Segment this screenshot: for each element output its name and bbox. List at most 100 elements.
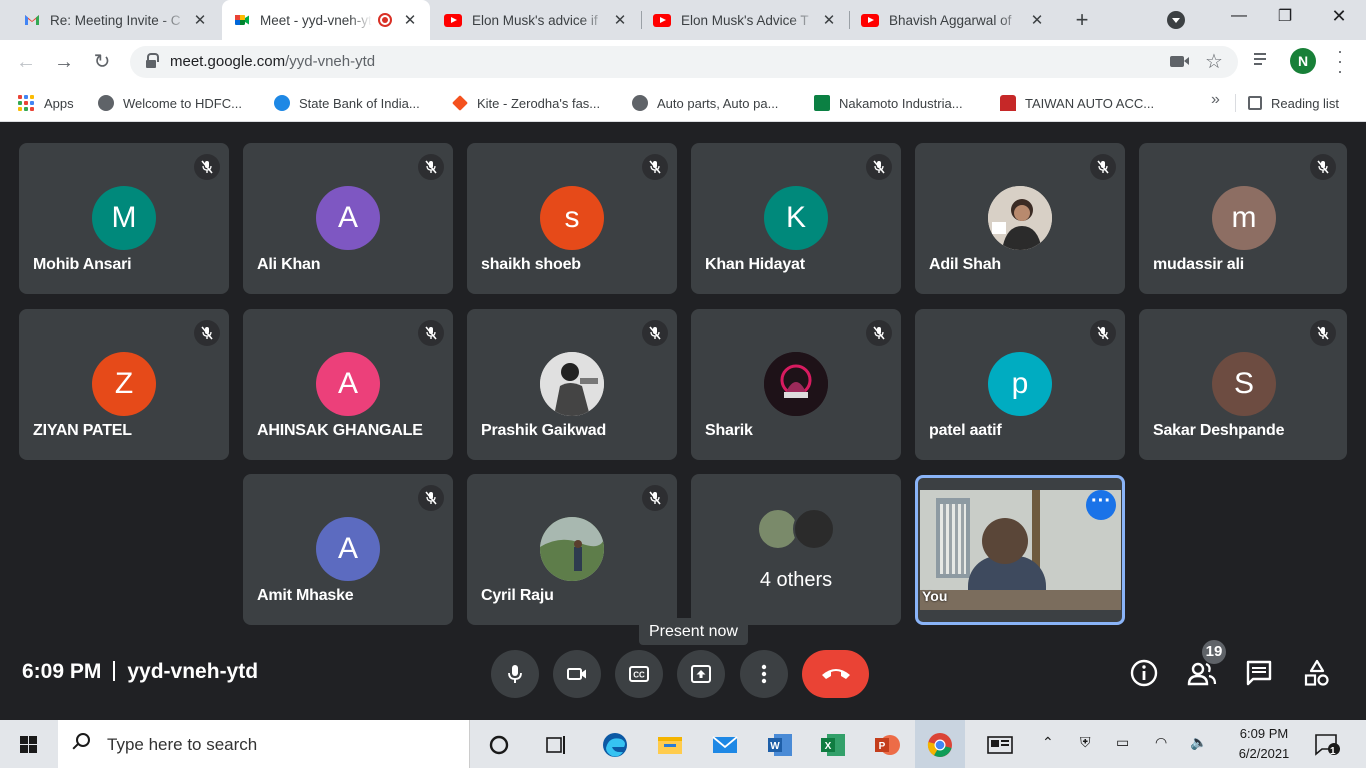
tab-youtube-1[interactable]: Elon Musk's advice if ✕: [432, 0, 640, 40]
show-hidden-icons-chevron[interactable]: ⌃: [1042, 734, 1054, 751]
tab-youtube-2[interactable]: Elon Musk's Advice T ✕: [641, 0, 849, 40]
forward-button[interactable]: →: [52, 50, 76, 74]
meet-icon: [235, 15, 249, 25]
bookmark-label: State Bank of India...: [299, 95, 420, 111]
participant-tile[interactable]: Sharik: [691, 309, 901, 460]
nakamoto-icon: [814, 95, 830, 111]
gmail-icon: [25, 15, 39, 25]
close-window-button[interactable]: ✕: [1316, 0, 1362, 32]
bookmark-taiwan-auto[interactable]: TAIWAN AUTO ACC...: [1000, 92, 1154, 114]
participant-tile[interactable]: s shaikh shoeb: [467, 143, 677, 294]
back-button[interactable]: ←: [14, 50, 38, 74]
file-explorer-icon[interactable]: [656, 731, 684, 759]
close-tab-icon[interactable]: ✕: [612, 11, 628, 29]
participant-tile[interactable]: S Sakar Deshpande: [1139, 309, 1347, 460]
bookmark-nakamoto[interactable]: Nakamoto Industria...: [814, 92, 963, 114]
self-view-tile[interactable]: ··· You: [915, 475, 1125, 625]
minimize-button[interactable]: —: [1216, 0, 1262, 32]
powerpoint-icon[interactable]: P: [873, 731, 901, 759]
participant-tile[interactable]: Cyril Raju: [467, 474, 677, 625]
meeting-code: yyd-vneh-ytd: [127, 660, 259, 683]
wifi-icon[interactable]: ◠: [1155, 734, 1167, 751]
camera-button[interactable]: [553, 650, 601, 698]
mail-icon[interactable]: [711, 731, 739, 759]
bookmark-zerodha[interactable]: Kite - Zerodha's fas...: [452, 92, 600, 114]
battery-icon[interactable]: ▭: [1116, 734, 1129, 751]
close-tab-icon[interactable]: ✕: [402, 11, 418, 29]
bookmark-star-icon[interactable]: ☆: [1205, 49, 1223, 74]
participant-tile[interactable]: A AHINSAK GHANGALE: [243, 309, 453, 460]
new-tab-button[interactable]: +: [1070, 8, 1094, 32]
bookmark-auto-parts[interactable]: Auto parts, Auto pa...: [632, 92, 778, 114]
participant-tile[interactable]: Z ZIYAN PATEL: [19, 309, 229, 460]
close-tab-icon[interactable]: ✕: [821, 11, 837, 29]
others-tile[interactable]: 4 others: [691, 474, 901, 625]
participant-tile[interactable]: A Ali Khan: [243, 143, 453, 294]
chat-icon[interactable]: [1244, 658, 1274, 688]
participant-tile[interactable]: p patel aatif: [915, 309, 1125, 460]
reading-list-button[interactable]: Reading list: [1248, 92, 1339, 114]
others-count-label: 4 others: [759, 569, 833, 591]
globe-icon: [632, 95, 648, 111]
bookmark-label: Nakamoto Industria...: [839, 95, 963, 111]
system-clock[interactable]: 6:09 PM 6/2/2021: [1232, 724, 1296, 764]
cortana-icon[interactable]: [485, 731, 513, 759]
bookmark-hdfc[interactable]: Welcome to HDFC...: [98, 92, 242, 114]
edge-icon[interactable]: [601, 731, 629, 759]
microphone-button[interactable]: [491, 650, 539, 698]
close-tab-icon[interactable]: ✕: [1029, 11, 1045, 29]
excel-icon[interactable]: X: [819, 731, 847, 759]
notifications-icon[interactable]: [1314, 732, 1340, 756]
reload-button[interactable]: ↻: [90, 50, 114, 74]
meeting-time: 6:09 PM: [22, 660, 102, 683]
profile-avatar[interactable]: N: [1290, 48, 1316, 74]
address-bar[interactable]: meet.google.com/yyd-vneh-ytd ☆: [130, 46, 1238, 78]
participant-name: ZIYAN PATEL: [33, 422, 132, 439]
meeting-details-info-icon[interactable]: [1129, 658, 1159, 688]
more-options-button[interactable]: [740, 650, 788, 698]
reading-list-icon: [1248, 96, 1262, 110]
bookmark-apps[interactable]: Apps: [18, 92, 74, 114]
leave-call-button[interactable]: [802, 650, 869, 698]
present-screen-icon: [691, 665, 711, 683]
present-now-button[interactable]: [677, 650, 725, 698]
participant-tile[interactable]: A Amit Mhaske: [243, 474, 453, 625]
mic-off-icon: [642, 154, 668, 180]
mic-off-icon: [194, 320, 220, 346]
windows-start-icon[interactable]: [20, 736, 37, 753]
tab-youtube-3[interactable]: Bhavish Aggarwal of ✕: [849, 0, 1057, 40]
svg-text:X: X: [825, 741, 832, 752]
participant-tile[interactable]: K Khan Hidayat: [691, 143, 901, 294]
task-view-icon[interactable]: [543, 731, 571, 759]
defender-icon[interactable]: ⛨: [1080, 734, 1091, 751]
more-bookmarks-chevron-icon[interactable]: »: [1211, 91, 1220, 109]
browser-menu-icon[interactable]: · · ·: [1334, 42, 1346, 80]
lock-icon[interactable]: [146, 53, 159, 68]
word-icon[interactable]: W: [766, 731, 794, 759]
tab-gmail[interactable]: Re: Meeting Invite - C ✕: [12, 0, 220, 40]
captions-button[interactable]: CC: [615, 650, 663, 698]
news-widget-icon[interactable]: [986, 731, 1014, 759]
tab-search-icon[interactable]: [1167, 11, 1185, 29]
participant-tile[interactable]: Prashik Gaikwad: [467, 309, 677, 460]
volume-icon[interactable]: 🔈: [1190, 734, 1207, 751]
self-name-label: You: [922, 588, 948, 604]
restore-button[interactable]: ❐: [1262, 0, 1308, 32]
participant-tile[interactable]: M Mohib Ansari: [19, 143, 229, 294]
svg-text:CC: CC: [633, 671, 645, 680]
bookmark-sbi[interactable]: State Bank of India...: [274, 92, 420, 114]
more-options-icon[interactable]: ···: [1086, 490, 1116, 520]
mic-off-icon: [1090, 154, 1116, 180]
tab-meet[interactable]: Meet - yyd-vneh-ytd ✕: [222, 0, 430, 40]
taskbar-search-box[interactable]: Type here to search: [58, 720, 470, 768]
media-queue-icon[interactable]: [1254, 52, 1272, 68]
participant-tile[interactable]: Adil Shah: [915, 143, 1125, 294]
camera-in-use-icon[interactable]: [1170, 56, 1189, 67]
chrome-icon[interactable]: [926, 731, 954, 759]
bookmark-label: Apps: [44, 95, 74, 111]
clock-date: 6/2/2021: [1238, 746, 1290, 761]
participant-tile[interactable]: m mudassir ali: [1139, 143, 1347, 294]
close-tab-icon[interactable]: ✕: [192, 11, 208, 29]
participant-name: Ali Khan: [257, 256, 321, 273]
activities-icon[interactable]: [1302, 658, 1332, 688]
